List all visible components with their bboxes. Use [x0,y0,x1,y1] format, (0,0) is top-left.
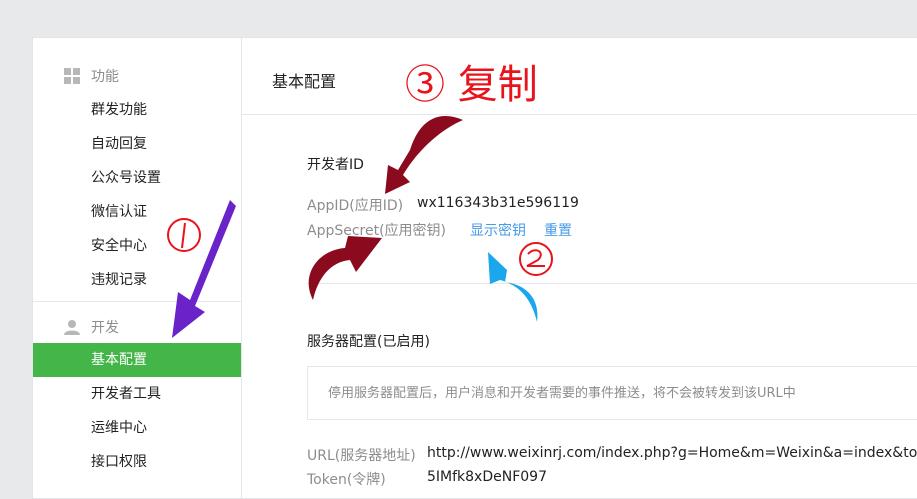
token-value: 5IMfk8xDeNF097 [427,469,547,485]
server-config-notice: 停用服务器配置后，用户消息和开发者需要的事件推送，将不会被转发到该URL中 [307,366,917,420]
developer-id-heading: 开发者ID [307,157,364,173]
sidebar-item-auto-reply[interactable]: 自动回复 [33,127,241,161]
sidebar-item-account-settings[interactable]: 公众号设置 [33,161,241,195]
show-secret-link[interactable]: 显示密钥 [470,220,526,240]
appid-label: AppID(应用ID) [307,198,404,214]
app-frame: 功能 群发功能 自动回复 公众号设置 微信认证 安全中心 违规记录 开发 基本配… [32,37,917,499]
sidebar-group-function: 功能 [63,66,119,86]
sidebar-item-mass-send[interactable]: 群发功能 [33,93,241,127]
grid-icon [63,67,81,85]
sidebar-item-api-permissions[interactable]: 接口权限 [33,445,241,479]
sidebar-group-label: 功能 [91,69,119,85]
sidebar-item-violation-records[interactable]: 违规记录 [33,263,241,297]
user-icon [63,318,81,336]
reset-secret-link[interactable]: 重置 [544,220,572,240]
server-config-heading: 服务器配置(已启用) [307,334,430,350]
appid-value[interactable]: wx116343b31e596119 [417,195,579,211]
sidebar-item-ops-center[interactable]: 运维中心 [33,411,241,445]
sidebar: 功能 群发功能 自动回复 公众号设置 微信认证 安全中心 违规记录 开发 基本配… [33,38,242,498]
sidebar-divider [33,301,241,302]
sidebar-item-basic-config[interactable]: 基本配置 [33,343,241,377]
sidebar-item-wechat-verify[interactable]: 微信认证 [33,195,241,229]
sidebar-item-developer-tools[interactable]: 开发者工具 [33,377,241,411]
sidebar-item-security-center[interactable]: 安全中心 [33,229,241,263]
token-label: Token(令牌) [307,472,386,488]
section-divider [307,283,917,284]
url-value: http://www.weixinrj.com/index.php?g=Home… [427,445,917,461]
sidebar-group-label: 开发 [91,320,119,336]
main-content: 基本配置 开发者ID AppID(应用ID) wx116343b31e59611… [242,38,917,498]
appsecret-label: AppSecret(应用密钥) [307,223,447,239]
url-label: URL(服务器地址) [307,448,416,464]
page-title: 基本配置 [272,72,337,91]
title-divider [242,114,917,115]
sidebar-group-develop: 开发 [63,317,119,337]
